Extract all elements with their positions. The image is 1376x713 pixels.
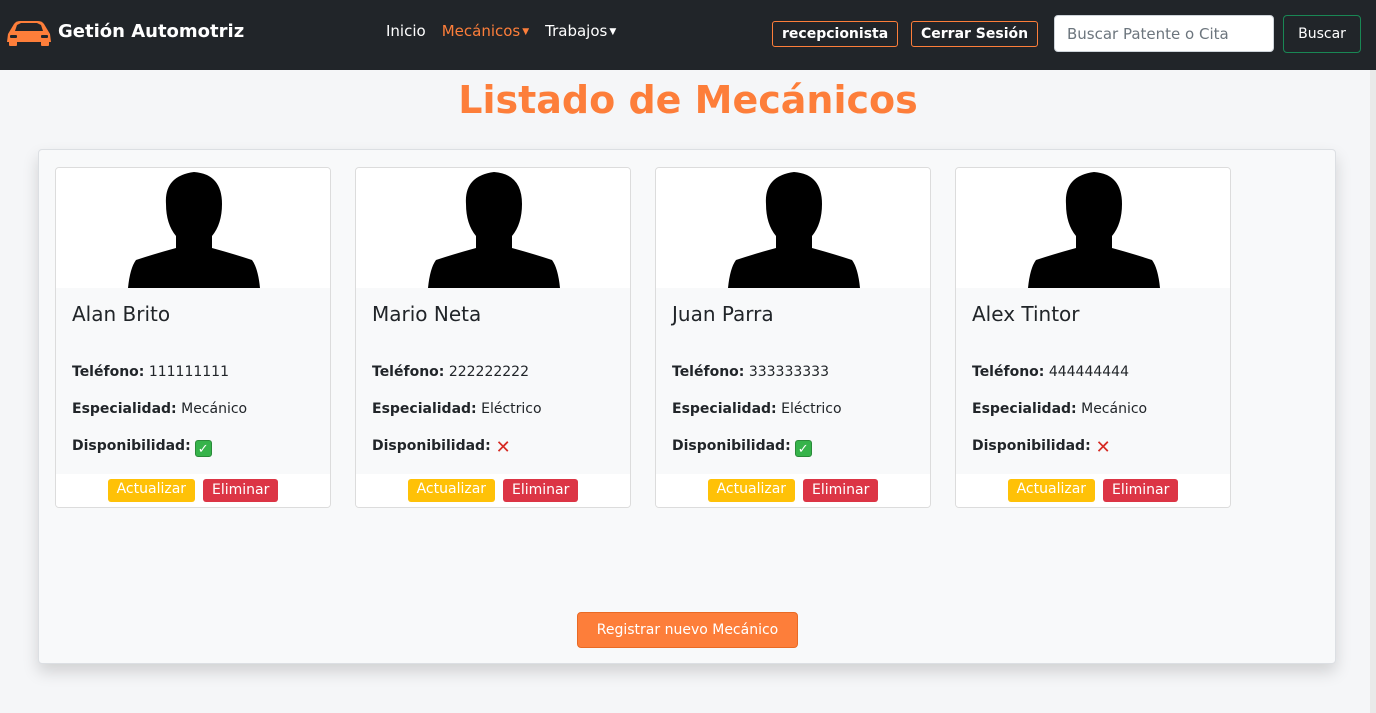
mechanic-name: Mario Neta xyxy=(372,302,482,326)
phone-label: Teléfono: xyxy=(672,364,745,380)
nav-links: Inicio Mecánicos ▼ Trabajos ▼ xyxy=(386,22,632,40)
mechanic-name: Alex Tintor xyxy=(972,302,1080,326)
navbar: Getión Automotriz Inicio Mecánicos ▼ Trab… xyxy=(0,0,1376,70)
nav-link-label: Mecánicos xyxy=(441,22,521,40)
update-button[interactable]: Actualizar xyxy=(107,479,196,502)
specialty-row: Especialidad: Eléctrico xyxy=(672,401,842,417)
search-input[interactable] xyxy=(1054,15,1274,52)
search-button[interactable]: Buscar xyxy=(1283,15,1361,53)
phone-row: Teléfono: 111111111 xyxy=(72,364,229,380)
nav-link-label: Trabajos xyxy=(545,22,608,40)
specialty-label: Especialidad: xyxy=(372,401,477,417)
phone-value: 333333333 xyxy=(748,364,829,380)
card-actions: Actualizar Eliminar xyxy=(956,474,1230,507)
page-title: Listado de Mecánicos xyxy=(458,78,918,122)
user-role-badge: recepcionista xyxy=(772,21,899,47)
mechanic-info: Alan Brito Teléfono: 111111111 Especiali… xyxy=(56,288,330,474)
phone-value: 222222222 xyxy=(448,364,529,380)
card-actions: Actualizar Eliminar xyxy=(656,474,930,507)
nav-link-inicio[interactable]: Inicio xyxy=(386,22,426,40)
mechanic-info: Alex Tintor Teléfono: 444444444 Especial… xyxy=(956,288,1230,474)
phone-label: Teléfono: xyxy=(72,364,145,380)
brand-name: Getión Automotriz xyxy=(58,20,245,42)
person-silhouette-icon xyxy=(428,172,560,288)
phone-row: Teléfono: 222222222 xyxy=(372,364,529,380)
delete-button[interactable]: Eliminar xyxy=(203,479,279,502)
phone-label: Teléfono: xyxy=(972,364,1045,380)
specialty-row: Especialidad: Eléctrico xyxy=(372,401,542,417)
update-button[interactable]: Actualizar xyxy=(1007,479,1096,502)
car-icon xyxy=(7,21,51,46)
mechanic-card: Mario Neta Teléfono: 222222222 Especiali… xyxy=(355,167,631,508)
person-silhouette-icon xyxy=(1028,172,1160,288)
specialty-value: Eléctrico xyxy=(481,401,542,417)
specialty-value: Eléctrico xyxy=(781,401,842,417)
update-button[interactable]: Actualizar xyxy=(407,479,496,502)
mechanic-photo xyxy=(56,168,330,288)
page-scrollbar[interactable] xyxy=(1370,70,1376,713)
phone-value: 111111111 xyxy=(148,364,229,380)
person-silhouette-icon xyxy=(728,172,860,288)
phone-row: Teléfono: 444444444 xyxy=(972,364,1129,380)
card-actions: Actualizar Eliminar xyxy=(56,474,330,507)
availability-label: Disponibilidad: xyxy=(72,438,191,454)
specialty-label: Especialidad: xyxy=(972,401,1077,417)
cross-icon: ✕ xyxy=(495,437,511,458)
mechanics-panel: Alan Brito Teléfono: 111111111 Especiali… xyxy=(38,149,1336,664)
cross-icon: ✕ xyxy=(1095,437,1111,458)
phone-label: Teléfono: xyxy=(372,364,445,380)
mechanic-card: Juan Parra Teléfono: 333333333 Especiali… xyxy=(655,167,931,508)
specialty-label: Especialidad: xyxy=(72,401,177,417)
check-icon: ✓ xyxy=(194,440,212,457)
mechanic-photo xyxy=(356,168,630,288)
mechanic-photo xyxy=(956,168,1230,288)
availability-label: Disponibilidad: xyxy=(372,438,491,454)
phone-row: Teléfono: 333333333 xyxy=(672,364,829,380)
mechanic-name: Alan Brito xyxy=(72,302,171,326)
specialty-row: Especialidad: Mecánico xyxy=(972,401,1147,417)
delete-button[interactable]: Eliminar xyxy=(503,479,579,502)
mechanic-card: Alan Brito Teléfono: 111111111 Especiali… xyxy=(55,167,331,508)
specialty-value: Mecánico xyxy=(181,401,248,417)
caret-down-icon: ▼ xyxy=(522,27,530,37)
brand[interactable]: Getión Automotriz xyxy=(4,14,244,48)
register-mechanic-button[interactable]: Registrar nuevo Mecánico xyxy=(577,612,798,648)
availability-label: Disponibilidad: xyxy=(972,438,1091,454)
caret-down-icon: ▼ xyxy=(609,27,617,37)
availability-row: Disponibilidad: ✕ xyxy=(372,437,512,458)
phone-value: 444444444 xyxy=(1048,364,1129,380)
specialty-label: Especialidad: xyxy=(672,401,777,417)
availability-row: Disponibilidad: ✕ xyxy=(972,437,1112,458)
specialty-value: Mecánico xyxy=(1081,401,1148,417)
card-actions: Actualizar Eliminar xyxy=(356,474,630,507)
availability-row: Disponibilidad: ✓ xyxy=(672,438,812,457)
mechanic-info: Juan Parra Teléfono: 333333333 Especiali… xyxy=(656,288,930,474)
specialty-row: Especialidad: Mecánico xyxy=(72,401,247,417)
availability-label: Disponibilidad: xyxy=(672,438,791,454)
update-button[interactable]: Actualizar xyxy=(707,479,796,502)
mechanic-photo xyxy=(656,168,930,288)
logout-button[interactable]: Cerrar Sesión xyxy=(911,21,1039,47)
nav-link-trabajos[interactable]: Trabajos ▼ xyxy=(545,22,616,40)
nav-link-mecanicos[interactable]: Mecánicos ▼ xyxy=(442,22,529,40)
delete-button[interactable]: Eliminar xyxy=(803,479,879,502)
mechanic-info: Mario Neta Teléfono: 222222222 Especiali… xyxy=(356,288,630,474)
check-icon: ✓ xyxy=(794,440,812,457)
person-silhouette-icon xyxy=(128,172,260,288)
mechanic-name: Juan Parra xyxy=(672,302,774,326)
mechanic-card: Alex Tintor Teléfono: 444444444 Especial… xyxy=(955,167,1231,508)
availability-row: Disponibilidad: ✓ xyxy=(72,438,212,457)
nav-link-label: Inicio xyxy=(386,22,426,40)
delete-button[interactable]: Eliminar xyxy=(1103,479,1179,502)
